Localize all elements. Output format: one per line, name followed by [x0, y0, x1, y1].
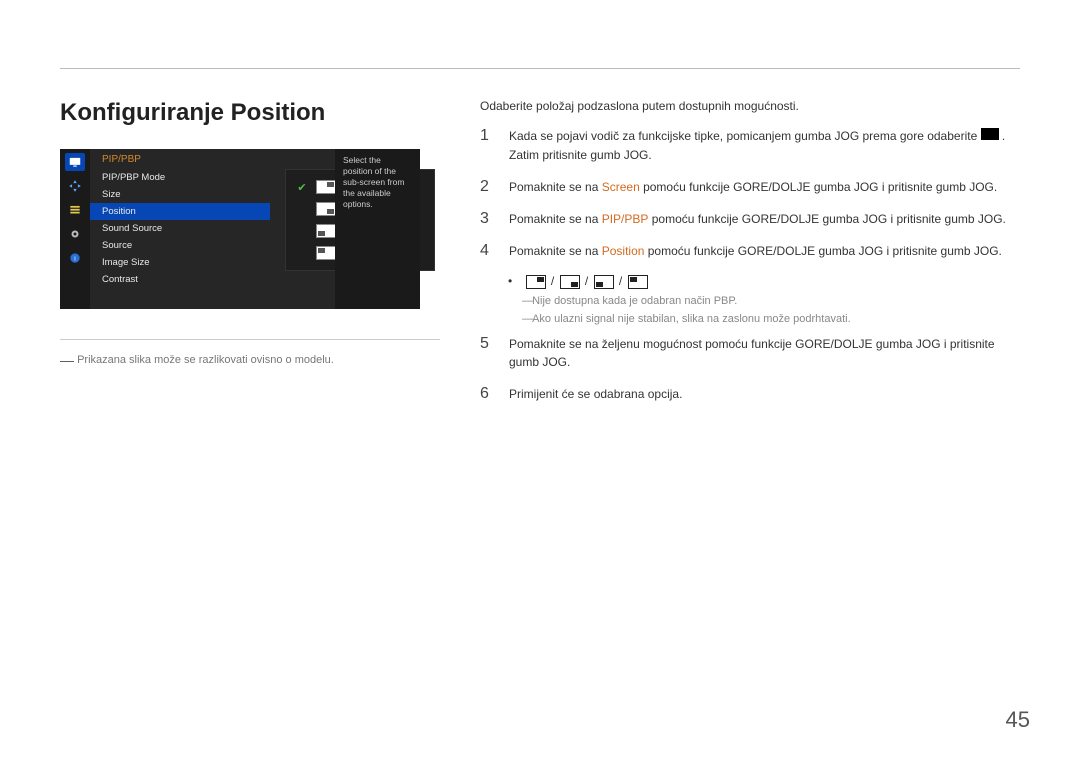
step-number: 2: [480, 178, 494, 196]
monitor-icon: [65, 153, 85, 171]
osd-row-label: Position: [102, 206, 136, 217]
step-text: Pomaknite se na: [509, 180, 602, 194]
step-6: 6 Primijenit će se odabrana opcija.: [480, 385, 1020, 403]
highlight-position: Position: [602, 244, 645, 258]
step-number: 3: [480, 210, 494, 228]
step-3: 3 Pomaknite se na PIP/PBP pomoću funkcij…: [480, 210, 1020, 228]
step-text: Pomaknite se na: [509, 212, 602, 226]
osd-row-label: Size: [102, 189, 120, 200]
steps-list: 1 Kada se pojavi vodič za funkcijske tip…: [480, 127, 1020, 260]
page-number: 45: [1006, 707, 1030, 733]
step-text: Pomaknite se na: [509, 244, 602, 258]
osd-row-label: Source: [102, 240, 132, 251]
menu-icon: [981, 127, 999, 145]
step-text: Pomaknite se na željenu mogućnost pomoću…: [509, 335, 1020, 371]
divider: [60, 339, 440, 340]
step-1: 1 Kada se pojavi vodič za funkcijske tip…: [480, 127, 1020, 164]
position-top-right-icon: [526, 275, 546, 289]
step-2: 2 Pomaknite se na Screen pomoću funkcije…: [480, 178, 1020, 196]
position-bottom-right-icon: [560, 275, 580, 289]
intro-text: Odaberite položaj podzaslona putem dostu…: [480, 99, 1020, 113]
position-bottom-left-icon: [316, 224, 336, 238]
step-number: 1: [480, 127, 494, 145]
steps-list-cont: 5 Pomaknite se na željenu mogućnost pomo…: [480, 335, 1020, 403]
check-icon: ✔: [296, 181, 308, 194]
position-top-right-icon: [316, 180, 336, 194]
arrows-icon: [65, 177, 85, 195]
page-title: Konfiguriranje Position: [60, 99, 440, 127]
note-signal: Ako ulazni signal nije stabilan, slika n…: [522, 313, 1020, 325]
position-top-left-icon: [628, 275, 648, 289]
list-icon: [65, 201, 85, 219]
step-text: pomoću funkcije GORE/DOLJE gumba JOG i p…: [640, 180, 997, 194]
step-text: pomoću funkcije GORE/DOLJE gumba JOG i p…: [644, 244, 1001, 258]
position-bottom-right-icon: [316, 202, 336, 216]
note-pbp: Nije dostupna kada je odabran način PBP.: [522, 295, 1020, 307]
step-number: 5: [480, 335, 494, 353]
osd-row-position-selected: Position: [90, 203, 270, 220]
left-column: Konfiguriranje Position: [60, 99, 440, 417]
highlight-screen: Screen: [602, 180, 640, 194]
header-rule: [60, 68, 1020, 69]
position-bottom-left-icon: [594, 275, 614, 289]
gear-icon: [65, 225, 85, 243]
footnote-text: Prikazana slika može se razlikovati ovis…: [77, 354, 334, 366]
osd-row-label: Sound Source: [102, 223, 162, 234]
osd-row-label: Contrast: [102, 274, 138, 285]
step-number: 6: [480, 385, 494, 403]
osd-row-label: Image Size: [102, 257, 150, 268]
step-number: 4: [480, 242, 494, 260]
osd-sidebar: i: [60, 149, 90, 309]
left-footnote: ― Prikazana slika može se razlikovati ov…: [60, 350, 440, 366]
step-4: 4 Pomaknite se na Position pomoću funkci…: [480, 242, 1020, 260]
step-text: Primijenit će se odabrana opcija.: [509, 385, 1020, 403]
osd-row-label: PIP/PBP Mode: [102, 172, 165, 183]
info-icon: i: [65, 249, 85, 267]
step-text: pomoću funkcije GORE/DOLJE gumba JOG i p…: [648, 212, 1005, 226]
position-top-left-icon: [316, 246, 336, 260]
step-text: Kada se pojavi vodič za funkcijske tipke…: [509, 129, 981, 143]
svg-text:i: i: [74, 255, 75, 262]
osd-screenshot: i PIP/PBP PIP/PBP Mode On Size Position …: [60, 149, 420, 309]
highlight-pip-pbp: PIP/PBP: [602, 212, 649, 226]
step-5: 5 Pomaknite se na željenu mogućnost pomo…: [480, 335, 1020, 371]
position-options-bullet: / / / Nije dostupna kada je odabran nači…: [508, 274, 1020, 325]
osd-description-panel: Select the position of the sub-screen fr…: [335, 149, 420, 309]
right-column: Odaberite položaj podzaslona putem dostu…: [480, 99, 1020, 417]
